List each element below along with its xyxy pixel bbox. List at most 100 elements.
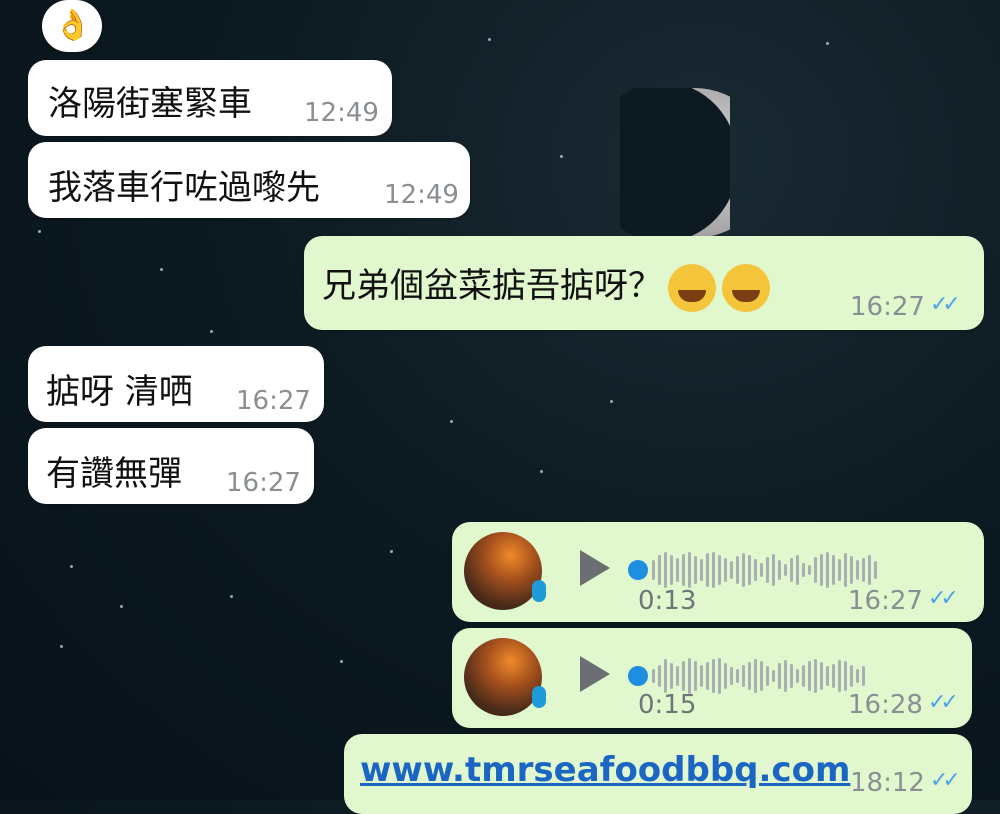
waveform-bar (718, 555, 721, 585)
message-time: 18:12 (850, 768, 925, 798)
waveform-bar (658, 555, 661, 585)
waveform-bar (706, 553, 709, 587)
message-text: 我落車行咗過嚟先 (48, 168, 320, 208)
waveform-bar (856, 560, 859, 580)
waveform-bar (736, 669, 739, 683)
waveform-bar (742, 553, 745, 587)
waveform-bar (826, 552, 829, 588)
microphone-icon (532, 686, 546, 708)
waveform-bar (826, 666, 829, 686)
star (230, 595, 233, 598)
waveform-bar (808, 661, 811, 691)
voice-duration: 0:15 (638, 690, 697, 720)
waveform-bar (706, 662, 709, 690)
star (610, 400, 613, 403)
double-check-icon: ✓✓ (930, 292, 961, 317)
waveform-bar (670, 663, 673, 689)
star (38, 230, 41, 233)
waveform-bar (814, 659, 817, 693)
star (560, 155, 563, 158)
incoming-message[interactable]: 洛陽街塞緊車 12:49 (28, 60, 392, 136)
star (540, 470, 543, 473)
microphone-icon (532, 580, 546, 602)
incoming-message[interactable]: 掂呀 清哂 16:27 (28, 346, 324, 422)
waveform-bar (832, 555, 835, 585)
waveform-bar (838, 660, 841, 692)
waveform-bar (856, 669, 859, 683)
waveform-bar (682, 554, 685, 586)
double-check-icon: ✓✓ (928, 586, 959, 611)
star (210, 330, 213, 333)
rolling-laughing-emoji (722, 263, 770, 312)
star (120, 605, 123, 608)
waveform-bar (862, 558, 865, 582)
waveform-bar (736, 556, 739, 584)
waveform-bar (778, 560, 781, 580)
waveform-bar (748, 555, 751, 585)
waveform-bar (790, 558, 793, 582)
sender-avatar (464, 532, 542, 610)
waveform-bar (820, 554, 823, 586)
incoming-message[interactable]: 有讚無彈 16:27 (28, 428, 314, 504)
website-link[interactable]: www.tmrseafoodbbq.com (360, 750, 850, 790)
voice-message[interactable]: 0:13 16:27 ✓✓ (452, 522, 984, 622)
waveform-bar (850, 556, 853, 584)
star (60, 645, 63, 648)
message-time: 16:27 (236, 386, 311, 416)
star (70, 565, 73, 568)
waveform-bar (664, 552, 667, 588)
waveform-bar (682, 661, 685, 691)
waveform-bar (766, 666, 769, 686)
waveform-bar (724, 558, 727, 582)
message-text: 洛陽街塞緊車 (48, 84, 252, 124)
waveform-bar (808, 565, 811, 575)
rolling-laughing-emoji (668, 263, 716, 312)
playback-position-dot[interactable] (628, 560, 648, 580)
waveform-bar (712, 659, 715, 693)
message-text: 掂呀 清哂 (46, 372, 193, 412)
waveform-bar (730, 561, 733, 579)
voice-message[interactable]: 0:15 16:28 ✓✓ (452, 628, 972, 728)
waveform-bar (664, 659, 667, 693)
waveform-bar (730, 667, 733, 685)
waveform-bar (754, 659, 757, 693)
ok-hand-emoji: 👌 (54, 8, 92, 43)
waveform-bar (868, 555, 871, 585)
waveform-bar (712, 552, 715, 588)
star (390, 550, 393, 553)
waveform-bar (802, 563, 805, 577)
play-icon[interactable] (580, 656, 610, 692)
message-time: 16:28 (848, 690, 923, 720)
waveform-bar (766, 557, 769, 583)
waveform-bar (772, 670, 775, 682)
star (450, 420, 453, 423)
star (488, 38, 491, 41)
star (826, 42, 829, 45)
waveform-bar (688, 658, 691, 694)
waveform-bar (862, 666, 865, 686)
waveform-bar (784, 564, 787, 576)
waveform-bar (700, 559, 703, 581)
waveform-bar (838, 559, 841, 581)
waveform-bar (724, 663, 727, 689)
play-icon[interactable] (580, 550, 610, 586)
waveform-bar (652, 560, 655, 580)
waveform-bar (832, 664, 835, 688)
waveform-bar (844, 661, 847, 691)
outgoing-message[interactable]: 兄弟個盆菜掂吾掂呀？ 16:27 ✓✓ (304, 236, 984, 330)
waveform-bar (844, 553, 847, 587)
waveform-bar (748, 662, 751, 690)
waveform-bar (694, 556, 697, 584)
emoji-reaction-bubble[interactable]: 👌 (42, 0, 102, 52)
waveform-bar (670, 555, 673, 585)
voice-duration: 0:13 (638, 586, 697, 616)
waveform-bar (760, 661, 763, 691)
incoming-message[interactable]: 我落車行咗過嚟先 12:49 (28, 142, 470, 218)
message-time: 12:49 (304, 98, 379, 128)
audio-waveform[interactable] (652, 550, 877, 590)
waveform-bar (676, 558, 679, 582)
playback-position-dot[interactable] (628, 666, 648, 686)
link-message[interactable]: www.tmrseafoodbbq.com 18:12 ✓✓ (344, 734, 972, 814)
waveform-bar (676, 666, 679, 686)
waveform-bar (742, 665, 745, 687)
